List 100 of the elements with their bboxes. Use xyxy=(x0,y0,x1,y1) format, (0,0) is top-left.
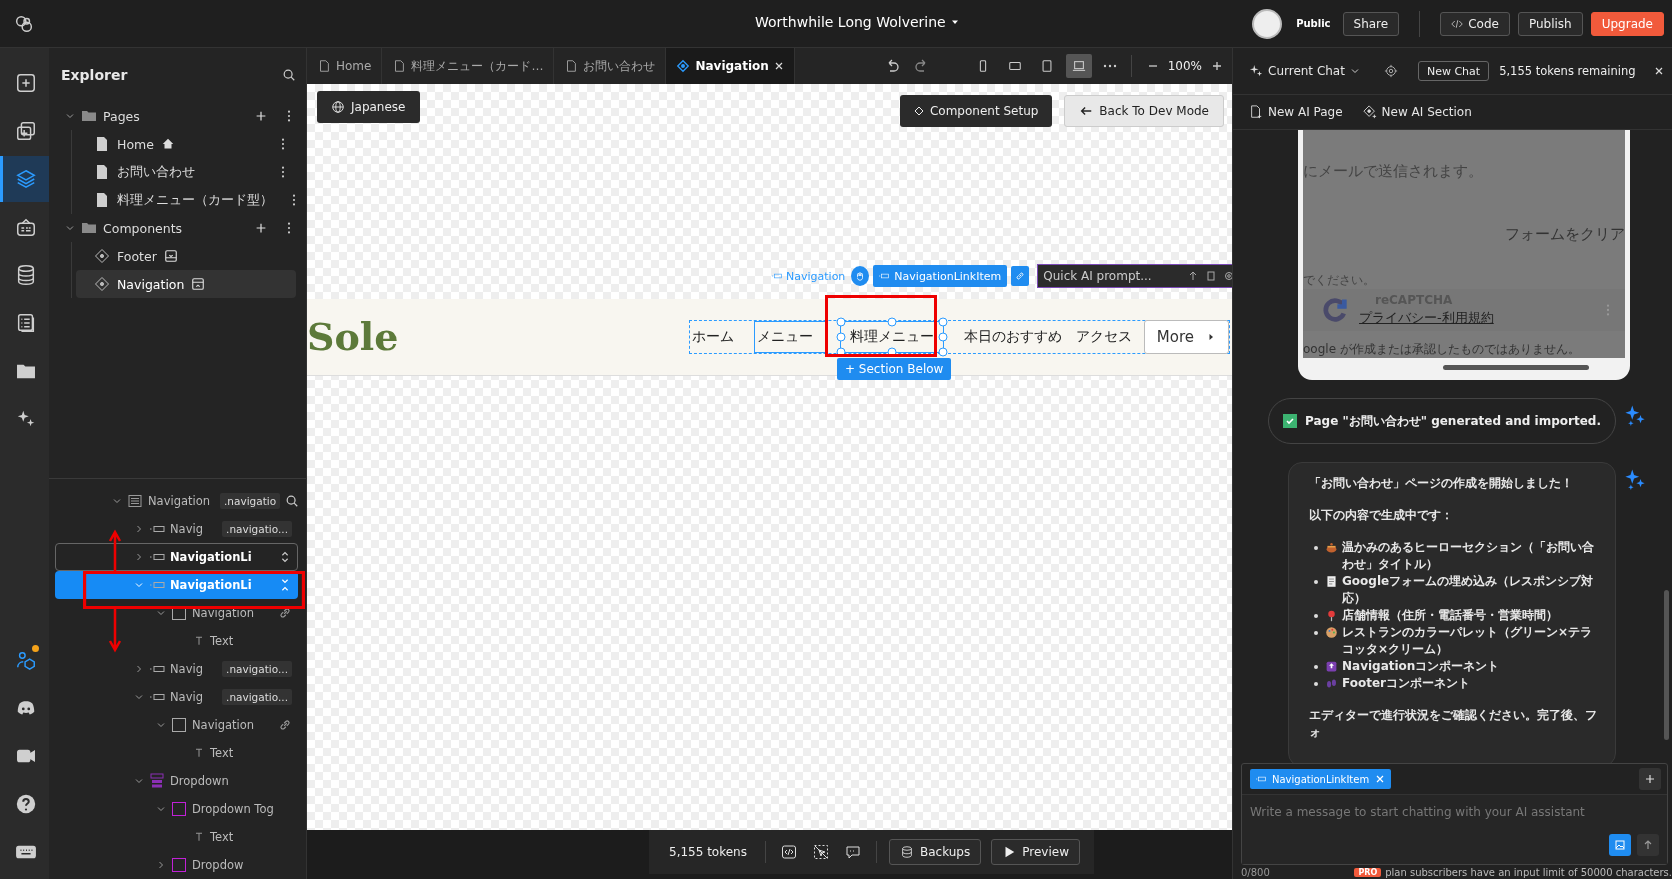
nav-link[interactable]: ホーム xyxy=(689,322,746,352)
class-tag[interactable]: .navigatio... xyxy=(222,689,292,705)
backups-button[interactable]: Backups xyxy=(889,839,982,865)
project-menu[interactable]: Worthwhile Long Wolverine xyxy=(755,14,960,30)
layer-row[interactable]: Dropdown Tog xyxy=(55,795,298,823)
add-button[interactable] xyxy=(1639,768,1661,790)
search-icon[interactable] xyxy=(282,68,296,82)
page-icon xyxy=(392,59,407,73)
nav-link[interactable]: 本日のおすすめ xyxy=(961,322,1074,352)
recaptcha-icon xyxy=(1321,296,1349,324)
pro-badge: PRO xyxy=(1354,867,1382,877)
layer-row[interactable]: Navigation .navigatio xyxy=(55,487,298,515)
dropdown-icon xyxy=(149,773,165,789)
prompt-input[interactable]: Quick AI prompt... xyxy=(1038,268,1181,284)
hand-icon xyxy=(855,271,866,281)
resize-handle[interactable] xyxy=(887,317,897,327)
settings-icon[interactable] xyxy=(1224,271,1232,281)
visibility-label: Public xyxy=(1296,18,1331,29)
layer-row[interactable]: Text xyxy=(55,627,298,655)
nav-link[interactable]: アクセス xyxy=(1073,322,1144,352)
layer-row[interactable]: Text xyxy=(55,823,298,851)
text-type-icon xyxy=(193,831,205,843)
close-icon[interactable] xyxy=(773,61,784,71)
more-button[interactable]: More xyxy=(1143,320,1229,354)
layer-row[interactable]: Navig .navigatio... xyxy=(55,655,298,683)
add-icon[interactable] xyxy=(254,109,268,123)
layer-row[interactable]: Navig .navigatio... xyxy=(55,683,298,711)
code-button[interactable]: Code xyxy=(1440,11,1510,36)
new-ai-section-button[interactable]: New AI Section xyxy=(1362,105,1472,119)
layer-row[interactable]: NavigationLi xyxy=(55,543,298,571)
add-icon[interactable] xyxy=(254,221,268,235)
document-icon xyxy=(1325,575,1338,588)
component-icon xyxy=(676,59,691,73)
quick-prompt-field[interactable]: Quick AI prompt... xyxy=(1037,264,1232,288)
explorer-item[interactable]: Home xyxy=(76,130,296,158)
layer-row[interactable]: Dropdow xyxy=(55,851,298,879)
cursor-off-icon[interactable] xyxy=(813,844,829,860)
class-tag[interactable]: .navigatio xyxy=(220,493,281,509)
layer-row[interactable]: Navigation xyxy=(55,599,298,627)
image-button[interactable] xyxy=(1609,834,1631,856)
explorer-item[interactable]: 料理メニュー（カード型） xyxy=(76,186,296,214)
link-button[interactable] xyxy=(1011,266,1030,286)
code-icon xyxy=(1451,17,1464,30)
scrollbar-thumb[interactable] xyxy=(1443,365,1589,370)
chevron-icon xyxy=(1349,66,1360,76)
footer-layout-icon xyxy=(163,249,178,263)
css-icon xyxy=(15,216,37,238)
send-icon[interactable] xyxy=(1188,271,1199,281)
header-layout-icon xyxy=(191,277,206,291)
plan-note: plan subscribers have an input limit of 50000 characters. xyxy=(1385,866,1672,878)
class-tag[interactable]: .navigatio... xyxy=(222,521,292,537)
new-ai-page-button[interactable]: New AI Page xyxy=(1249,105,1343,119)
list-item: Googleフォームの埋め込み（レスポンシブ対応） xyxy=(1342,573,1595,607)
laptop-icon xyxy=(1071,59,1086,73)
editor-tab[interactable]: Navigation xyxy=(666,48,795,84)
class-tag[interactable]: .navigatio... xyxy=(222,661,292,677)
rail-button[interactable] xyxy=(0,156,49,202)
device-button[interactable] xyxy=(1065,54,1092,78)
resize-handle[interactable] xyxy=(887,347,897,357)
list-icon xyxy=(127,493,143,509)
avatar[interactable] xyxy=(1252,8,1283,39)
preview-button[interactable]: Preview xyxy=(991,839,1080,865)
message-field[interactable]: Write a message to start chatting with your AI assistant xyxy=(1242,795,1667,864)
nav-link[interactable]: メニュー xyxy=(753,321,826,353)
folder-row[interactable]: Pages xyxy=(61,102,296,130)
send-button[interactable] xyxy=(1637,834,1659,856)
new-chat-button[interactable]: New Chat xyxy=(1417,61,1490,81)
language-button[interactable]: Japanese xyxy=(317,91,420,123)
close-icon[interactable] xyxy=(1653,66,1664,76)
explorer-item[interactable]: Navigation xyxy=(76,270,296,298)
code-icon[interactable] xyxy=(781,844,797,860)
scrollbar-thumb[interactable] xyxy=(1664,590,1669,740)
search-icon[interactable] xyxy=(285,494,300,508)
list-item: レストランのカラーパレット（グリーン×テラコッタ×クリーム） xyxy=(1342,624,1594,658)
diamond-icon xyxy=(913,106,924,116)
link-item-icon xyxy=(1256,774,1266,784)
terms-link[interactable]: プライバシー-利用規約 xyxy=(1359,309,1494,327)
database-icon xyxy=(900,845,914,859)
folder-icon xyxy=(81,220,97,236)
publish-button[interactable]: Publish xyxy=(1517,11,1583,36)
layer-row[interactable]: Text xyxy=(55,739,298,767)
explorer-item[interactable]: お問い合わせ xyxy=(76,158,296,186)
database-icon xyxy=(15,264,37,286)
arrow-left-icon xyxy=(1079,104,1094,118)
current-chat-menu[interactable]: Current Chat xyxy=(1249,64,1360,78)
settings-icon[interactable] xyxy=(1383,64,1398,78)
layer-row[interactable]: Navig .navigatio... xyxy=(55,515,298,543)
folder-row[interactable]: Components xyxy=(61,214,296,242)
back-button[interactable]: Back To Dev Mode xyxy=(1064,95,1224,127)
link-item-icon xyxy=(879,271,890,281)
book-icon[interactable] xyxy=(1206,271,1217,281)
component-setup-button[interactable]: Component Setup xyxy=(899,95,1053,127)
layer-row[interactable]: Dropdown xyxy=(55,767,298,795)
hand-button[interactable] xyxy=(851,266,870,286)
layer-row[interactable]: Navigation xyxy=(55,711,298,739)
assistant-message: 「お問い合わせ」ページの作成を開始しました！ 以下の内容で生成中です： 温かみのあるヒーローセクション（「お問い合わせ」タイトル） Googleフォームの埋め込み（レスポンシブ対応） 店舗情報（住所・電話番号・営業時間） レストランのカラーパレット（グリーン×テラコッタ×クリーム） Navigationコンポーネント Footerコンポーネント エディターで進行状況をご確認ください。完了後、フォ xyxy=(1288,462,1616,763)
comment-icon[interactable] xyxy=(845,844,861,860)
explorer-item[interactable]: Footer xyxy=(76,242,296,270)
share-button[interactable]: Share xyxy=(1342,11,1400,36)
page-icon xyxy=(564,59,579,73)
